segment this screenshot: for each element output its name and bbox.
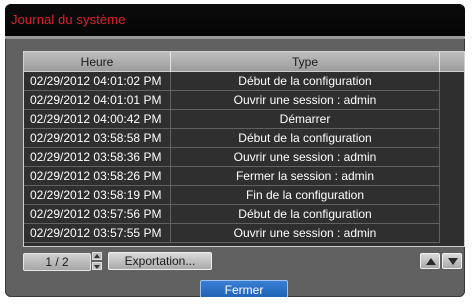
table-body: 02/29/2012 04:01:02 PM Début de la config…: [24, 72, 464, 243]
close-button[interactable]: Fermer: [200, 280, 288, 297]
table-scroll-area: [440, 72, 464, 246]
row-type: Fin de la configuration: [245, 188, 365, 202]
table-row[interactable]: 02/29/2012 03:57:56 PM Début de la config…: [24, 205, 464, 224]
spinner-up-icon[interactable]: [92, 252, 102, 260]
row-type: Ouvrir une session : admin: [233, 150, 377, 164]
row-time: 02/29/2012 04:01:01 PM: [30, 93, 162, 107]
page-indicator: 1 / 2: [23, 253, 91, 271]
scroll-down-button[interactable]: [442, 253, 462, 269]
column-header-time[interactable]: Heure: [24, 52, 171, 72]
table-row[interactable]: 02/29/2012 04:01:01 PM Ouvrir une session…: [24, 91, 464, 110]
row-type: Début de la configuration: [238, 131, 372, 145]
table-row[interactable]: 02/29/2012 03:58:36 PM Ouvrir une session…: [24, 148, 464, 167]
spinner-down-icon[interactable]: [92, 262, 102, 270]
row-type: Début de la configuration: [238, 74, 372, 88]
row-time: 02/29/2012 03:57:55 PM: [30, 226, 162, 240]
row-time: 02/29/2012 03:57:56 PM: [30, 207, 162, 221]
scroll-up-button[interactable]: [420, 253, 440, 269]
row-type: Démarrer: [279, 112, 331, 126]
page-spinner-icon[interactable]: [92, 252, 102, 270]
arrow-up-icon: [426, 258, 436, 265]
dialog-title: Journal du système: [11, 12, 126, 27]
arrow-down-icon: [448, 258, 458, 265]
row-type: Fermer la session : admin: [235, 169, 375, 183]
row-time: 02/29/2012 03:58:26 PM: [30, 169, 162, 183]
table-row[interactable]: 02/29/2012 04:00:42 PM Démarrer: [24, 110, 464, 129]
table-row[interactable]: 02/29/2012 03:58:19 PM Fin de la configur…: [24, 186, 464, 205]
row-time: 02/29/2012 04:00:42 PM: [30, 112, 162, 126]
export-button[interactable]: Exportation...: [108, 252, 212, 270]
row-type: Début de la configuration: [238, 207, 372, 221]
row-time: 02/29/2012 03:58:19 PM: [30, 188, 162, 202]
row-type: Ouvrir une session : admin: [233, 93, 377, 107]
system-log-dialog: Journal du système Heure Type 02/29/2012…: [5, 4, 465, 297]
row-time: 02/29/2012 03:58:36 PM: [30, 150, 162, 164]
row-time: 02/29/2012 04:01:02 PM: [30, 74, 162, 88]
column-header-type[interactable]: Type: [171, 52, 440, 72]
title-bar: Journal du système: [5, 4, 465, 39]
log-table: Heure Type 02/29/2012 04:01:02 PM Début d…: [23, 51, 465, 247]
column-header-spacer: [440, 52, 464, 72]
row-time: 02/29/2012 03:58:58 PM: [30, 131, 162, 145]
table-row[interactable]: 02/29/2012 04:01:02 PM Début de la config…: [24, 72, 464, 91]
table-row[interactable]: 02/29/2012 03:58:58 PM Début de la config…: [24, 129, 464, 148]
table-header: Heure Type: [24, 52, 464, 72]
row-type: Ouvrir une session : admin: [233, 226, 377, 240]
table-row[interactable]: 02/29/2012 03:57:55 PM Ouvrir une session…: [24, 224, 464, 243]
table-row[interactable]: 02/29/2012 03:58:26 PM Fermer la session …: [24, 167, 464, 186]
